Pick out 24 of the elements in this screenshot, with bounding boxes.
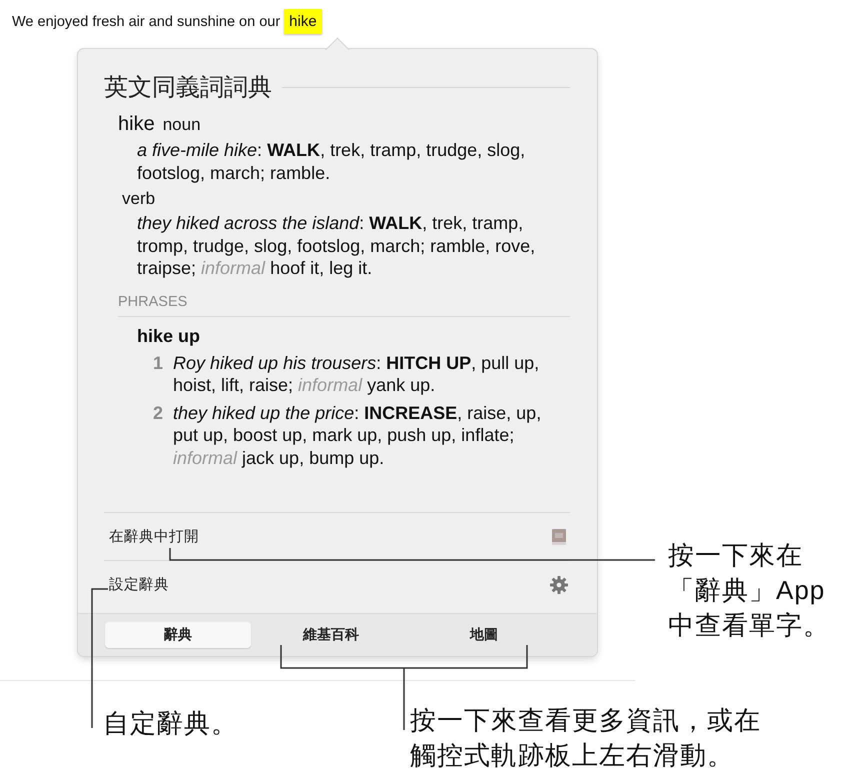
open-in-app-link[interactable]: 在辭典中打開 <box>109 513 569 560</box>
tab[interactable]: 地圖 <box>411 622 557 648</box>
sentence-text: We enjoyed fresh air and sunshine on our <box>12 14 280 30</box>
definition-text: they hiked up the price: INCREASE, raise, up, put up, boost up, mark up, push up, inflate; informal jack up, bump up. <box>173 402 542 469</box>
dictionary-title: 英文同義詞詞典 <box>104 73 272 103</box>
phrase-heading: hike up <box>137 326 200 346</box>
definition-text: Roy hiked up his trousers: HITCH UP, pull up, hoist, lift, raise; informal yank up. <box>173 352 540 396</box>
highlighted-word: hike <box>284 9 322 34</box>
sense-number: 1 <box>153 352 163 374</box>
definition-text: a five-mile hike: WALK, trek, tramp, trudge, slog, footslog, march; ramble. <box>137 139 526 184</box>
book-icon <box>549 526 569 546</box>
callout-text: 按一下來查看更多資訊，或在觸控式軌跡板上左右滑動。 <box>410 704 762 772</box>
tab[interactable]: 辭典 <box>105 622 251 648</box>
callout-text: 按一下來在「辭典」App中查看單字。 <box>668 539 831 642</box>
tab[interactable]: 維基百科 <box>258 622 404 648</box>
section-heading: PHRASES <box>118 294 188 310</box>
settings-link[interactable]: 設定辭典 <box>109 561 569 608</box>
definition-text: they hiked across the island: WALK, trek, tramp, tromp, trudge, slog, footslog, march; ramble, rove, traipse; informal hoof it, leg it. <box>137 212 536 280</box>
headword: hike <box>118 113 155 136</box>
part-of-speech: verb <box>122 189 156 209</box>
callout-text: 自定辭典。 <box>103 707 238 740</box>
sense-number: 2 <box>153 402 163 424</box>
part-of-speech: noun <box>162 115 201 135</box>
settings-icon <box>549 574 569 594</box>
